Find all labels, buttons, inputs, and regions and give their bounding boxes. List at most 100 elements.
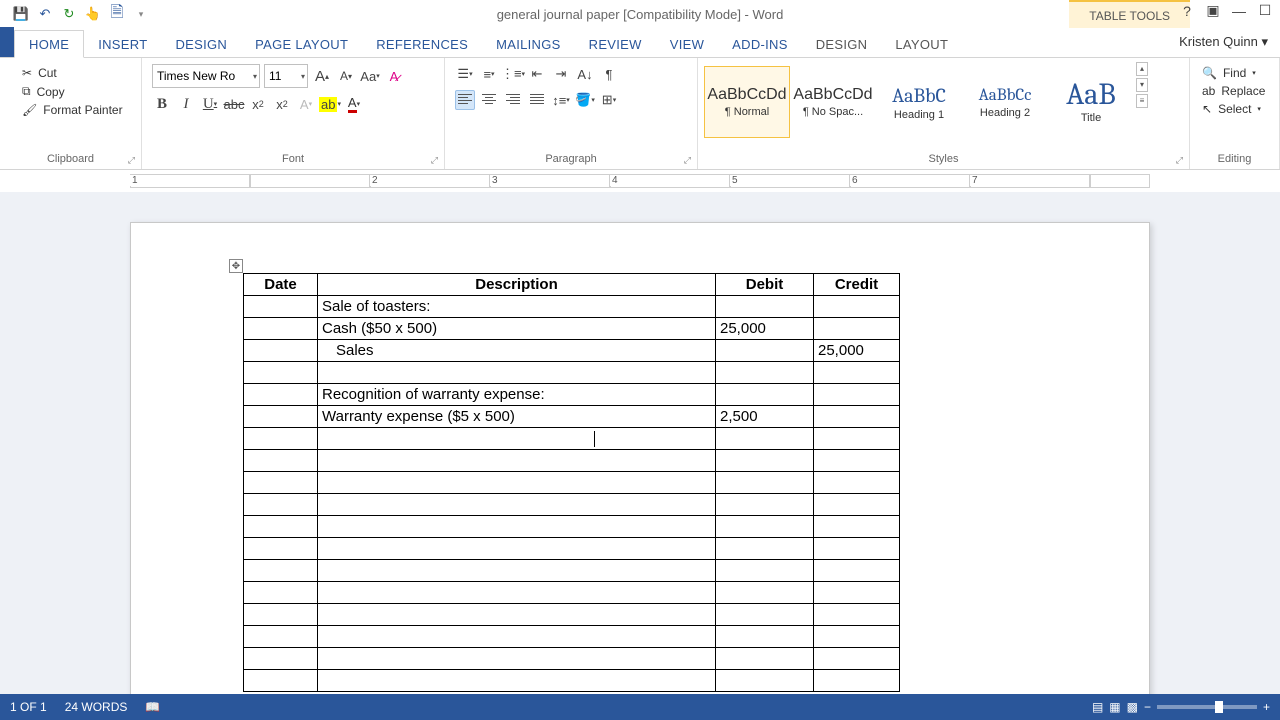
decrease-indent-button[interactable]: ⇤ [527, 64, 547, 84]
font-launcher[interactable]: ⤢ [431, 155, 438, 166]
tab-home[interactable]: HOME [14, 30, 84, 58]
styles-down-button[interactable]: ▾ [1136, 78, 1148, 92]
styles-more-button[interactable]: ≡ [1136, 94, 1148, 108]
shading-button[interactable]: 🪣▾ [575, 90, 595, 110]
replace-button[interactable]: abReplace [1202, 84, 1265, 98]
change-case-button[interactable]: Aa▾ [360, 66, 380, 86]
table-row[interactable] [244, 604, 900, 626]
maximize-button[interactable]: ☐ [1256, 2, 1274, 19]
help-button[interactable]: ? [1178, 3, 1196, 19]
align-right-button[interactable] [503, 90, 523, 110]
show-marks-button[interactable]: ¶ [599, 64, 619, 84]
clear-formatting-button[interactable]: A̷ [384, 66, 404, 86]
subscript-button[interactable]: x2 [248, 94, 268, 114]
table-row[interactable] [244, 626, 900, 648]
strikethrough-button[interactable]: abc [224, 94, 244, 114]
styles-up-button[interactable]: ▴ [1136, 62, 1148, 76]
file-tab[interactable] [0, 27, 14, 57]
col-debit[interactable]: Debit [716, 274, 814, 296]
tab-insert[interactable]: INSERT [84, 31, 161, 57]
ribbon-options-button[interactable]: ▣ [1204, 2, 1222, 19]
style-heading2[interactable]: AaBbCc Heading 2 [962, 66, 1048, 138]
shrink-font-button[interactable]: A▾ [336, 66, 356, 86]
zoom-in-button[interactable]: + [1263, 700, 1270, 714]
read-mode-button[interactable]: ▤ [1092, 700, 1103, 714]
tab-references[interactable]: REFERENCES [362, 31, 482, 57]
col-credit[interactable]: Credit [814, 274, 900, 296]
font-color-button[interactable]: A▾ [344, 94, 364, 114]
sort-button[interactable]: A↓ [575, 64, 595, 84]
superscript-button[interactable]: x2 [272, 94, 292, 114]
font-name-select[interactable]: Times New Ro▾ [152, 64, 260, 88]
word-count[interactable]: 24 WORDS [65, 700, 128, 714]
table-row[interactable] [244, 582, 900, 604]
align-left-button[interactable] [455, 90, 475, 110]
zoom-slider[interactable] [1157, 705, 1257, 709]
proofing-icon[interactable]: 📖 [145, 700, 160, 714]
text-effects-button[interactable]: A▾ [296, 94, 316, 114]
borders-button[interactable]: ⊞▾ [599, 90, 619, 110]
find-button[interactable]: 🔍Find ▾ [1202, 66, 1265, 80]
style-normal[interactable]: AaBbCcDd ¶ Normal [704, 66, 790, 138]
grow-font-button[interactable]: A▴ [312, 66, 332, 86]
col-date[interactable]: Date [244, 274, 318, 296]
tab-view[interactable]: VIEW [656, 31, 718, 57]
line-spacing-button[interactable]: ↕≡▾ [551, 90, 571, 110]
paragraph-launcher[interactable]: ⤢ [684, 155, 691, 166]
italic-button[interactable]: I [176, 94, 196, 114]
table-row[interactable] [244, 472, 900, 494]
select-button[interactable]: ↖Select ▾ [1202, 102, 1265, 116]
page[interactable]: ✥ Date Description Debit Credit Sale of … [130, 222, 1150, 694]
tab-table-layout[interactable]: LAYOUT [881, 31, 962, 57]
style-heading1[interactable]: AaBbC Heading 1 [876, 66, 962, 138]
underline-button[interactable]: U▾ [200, 94, 220, 114]
style-no-spacing[interactable]: AaBbCcDd ¶ No Spac... [790, 66, 876, 138]
page-count[interactable]: 1 OF 1 [10, 700, 47, 714]
tab-page-layout[interactable]: PAGE LAYOUT [241, 31, 362, 57]
web-layout-button[interactable]: ▩ [1127, 700, 1138, 714]
user-name[interactable]: Kristen Quinn ▾ [1179, 34, 1268, 50]
tab-review[interactable]: REVIEW [575, 31, 656, 57]
col-description[interactable]: Description [318, 274, 716, 296]
cut-button[interactable]: ✂Cut [22, 66, 123, 80]
increase-indent-button[interactable]: ⇥ [551, 64, 571, 84]
table-row[interactable]: Cash ($50 x 500)25,000 [244, 318, 900, 340]
print-layout-button[interactable]: ▦ [1109, 700, 1120, 714]
bullets-button[interactable]: ☰▾ [455, 64, 475, 84]
table-row[interactable]: Recognition of warranty expense: [244, 384, 900, 406]
clipboard-launcher[interactable]: ⤢ [128, 155, 135, 166]
table-row[interactable] [244, 538, 900, 560]
justify-button[interactable] [527, 90, 547, 110]
journal-table[interactable]: Date Description Debit Credit Sale of to… [243, 273, 900, 692]
highlight-button[interactable]: ab▾ [320, 94, 340, 114]
bold-button[interactable]: B [152, 94, 172, 114]
tab-design[interactable]: DESIGN [161, 31, 241, 57]
tab-table-design[interactable]: DESIGN [802, 31, 882, 57]
table-row[interactable] [244, 516, 900, 538]
styles-launcher[interactable]: ⤢ [1176, 155, 1183, 166]
table-row[interactable] [244, 362, 900, 384]
minimize-button[interactable]: — [1230, 3, 1248, 19]
table-row[interactable] [244, 670, 900, 692]
tab-mailings[interactable]: MAILINGS [482, 31, 575, 57]
table-row[interactable] [244, 450, 900, 472]
font-size-select[interactable]: 11▾ [264, 64, 308, 88]
table-move-handle[interactable]: ✥ [229, 259, 243, 273]
table-row[interactable]: Warranty expense ($5 x 500)2,500 [244, 406, 900, 428]
table-row[interactable]: Sale of toasters: [244, 296, 900, 318]
table-row[interactable] [244, 648, 900, 670]
styles-gallery[interactable]: AaBbCcDd ¶ Normal AaBbCcDd ¶ No Spac... … [704, 62, 1134, 142]
table-row[interactable] [244, 428, 900, 450]
format-painter-button[interactable]: 🖌Format Painter [22, 103, 123, 117]
copy-button[interactable]: ⧉Copy [22, 84, 123, 99]
tab-addins[interactable]: ADD-INS [718, 31, 802, 57]
align-center-button[interactable] [479, 90, 499, 110]
table-row[interactable] [244, 560, 900, 582]
table-row[interactable]: Sales25,000 [244, 340, 900, 362]
style-title[interactable]: AaB Title [1048, 66, 1134, 138]
numbering-button[interactable]: ≡▾ [479, 64, 499, 84]
zoom-out-button[interactable]: − [1144, 700, 1151, 714]
horizontal-ruler[interactable]: 1 2 3 4 5 6 7 [0, 170, 1280, 192]
table-row[interactable] [244, 494, 900, 516]
multilevel-button[interactable]: ⋮≡▾ [503, 64, 523, 84]
